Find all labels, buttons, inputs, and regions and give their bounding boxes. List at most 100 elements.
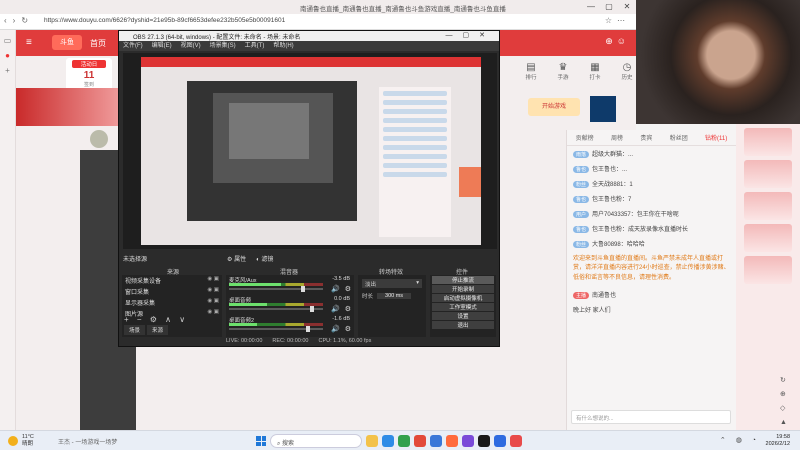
douyu-tab-icon[interactable]: ● [0,51,15,60]
minimize-icon[interactable]: — [582,0,600,14]
chat-message: 鲁也 包王鲁也粉：7 [567,191,736,206]
calendar-icon: ▦ [590,62,600,73]
taskbar-app-icon[interactable] [414,435,426,447]
left-banner[interactable] [16,88,126,126]
chat-tab-active[interactable]: 钻粉(11) [705,133,727,142]
start-game-banner[interactable]: 开始游戏 [528,98,580,116]
menu-icon[interactable]: ≡ [26,37,32,48]
nested-chat [379,87,451,237]
chat-badge: 鲁也 [573,196,590,203]
add-tab-icon[interactable]: + [0,66,15,75]
clock[interactable]: 19:58 2026/2/12 [766,434,790,448]
obs-menu-item[interactable]: 编辑(E) [152,41,172,51]
browser-sidebar: ▭ ● + [0,30,16,430]
taskbar-app-icon[interactable] [446,435,458,447]
taskbar-app-icon[interactable] [382,435,394,447]
top-icon-1[interactable]: ♛ 手游 [552,62,574,81]
chat-text: 包王鲁也粉：成天放录像水直播时长 [592,227,689,233]
chat-panel: 贡献榜 周榜 贵宾 粉丝团 钻粉(11) 雨落 超级大群猫：... 鲁也 包王鲁也：.… [566,130,736,430]
obs-window: OBS 27.1.3 (64-bit, windows) - 配置文件: 未命名… [118,30,500,347]
promo-tag: 活动日 [72,60,106,68]
obs-preview[interactable] [123,53,497,249]
chat-text: 全天战8881：1 [592,182,633,188]
chat-tab[interactable]: 周榜 [611,133,623,142]
gift-card[interactable] [744,160,792,188]
transitions-header: 转场特效 [378,270,403,276]
gift-column: ↻⊕◇▲▼ [736,124,800,440]
chat-badge: 用户 [573,211,590,218]
url-field[interactable]: https://www.douyu.com/6626?dyshid=21e95b… [44,17,285,24]
nav-home[interactable]: 首页 [90,38,106,49]
nested-header [141,57,481,67]
chat-badge: 粉丝 [573,181,590,188]
gift-card[interactable] [744,128,792,156]
dock-headers: 来源 混音器 转场特效 控件 [123,267,497,276]
chat-text: 包王鲁也粉：7 [592,197,632,203]
obs-menu-item[interactable]: 视图(V) [181,41,201,51]
browser-tab-title[interactable]: 南通鲁也直播_南通鲁也直播_南通鲁也斗鱼游戏直播_南通鲁也斗鱼直播 [300,3,506,13]
clock-time: 19:58 [776,434,790,440]
gift-card[interactable] [744,192,792,220]
webcam-overlay [636,0,800,124]
chat-message: 鲁也 包王鲁也：... [567,161,736,176]
tabs-icon[interactable]: ▭ [0,36,15,45]
chat-footer-user: 主播 南通鲁也 [567,287,736,302]
douyu-logo[interactable]: 斗鱼 [52,35,82,50]
properties-button[interactable]: ⚙ 属性 [227,254,246,263]
chat-message: 雨落 超级大群猫：... [567,146,736,161]
system-tray[interactable]: ⌃ ◍ ◔ [720,436,760,444]
header-user-icons[interactable]: ⊕☺ [605,36,630,47]
nested-capture [141,57,481,245]
top-icon-0[interactable]: ▤ 排行 [520,62,542,81]
top-icon-label: 排行 [525,75,537,81]
ad-banner[interactable] [590,96,616,122]
taskbar-app-icon[interactable] [494,435,506,447]
filters-button[interactable]: ◐ 滤镜 [256,254,273,263]
taskbar-app-icon[interactable] [462,435,474,447]
gift-card[interactable] [744,256,792,284]
browser-toolbar-icons[interactable]: ☆⋯ [605,16,630,25]
gift-card[interactable] [744,224,792,252]
taskbar-center: ⌕ 搜索 [256,434,522,448]
promo-sub: 签到 [83,82,94,88]
taskbar-app-icon[interactable] [398,435,410,447]
chat-message: 粉丝 大鲁80898：哈哈哈 [567,236,736,251]
obs-menu-item[interactable]: 场景集(S) [210,41,236,51]
obs-window-controls[interactable]: —▢✕ [446,31,495,39]
window-controls: — ▢ ✕ [582,0,636,14]
obs-menu-item[interactable]: 文件(F) [123,41,143,51]
taskbar-search[interactable]: ⌕ 搜索 [270,434,362,448]
taskbar-app-icon[interactable] [366,435,378,447]
chart-icon: ▤ [526,62,536,73]
sun-icon [8,436,18,446]
record-icon: ◷ [622,62,632,73]
chat-messages: 雨落 超级大群猫：... 鲁也 包王鲁也：... 粉丝 全天战8881：1 鲁也 包王鲁也粉：… [567,146,736,251]
taskbar-app-icon[interactable] [510,435,522,447]
taskbar-app-icon[interactable] [478,435,490,447]
chat-tab[interactable]: 粉丝团 [670,133,688,142]
weather-widget[interactable]: 11°C 晴朗 [8,434,34,448]
close-icon[interactable]: ✕ [618,0,636,14]
nested-banner [459,167,481,197]
obs-menu-item[interactable]: 工具(T) [245,41,265,51]
windows-start-icon[interactable] [256,436,266,446]
chat-tab[interactable]: 贵宾 [640,133,652,142]
obs-menu-item[interactable]: 帮助(H) [273,41,293,51]
trophy-icon: ♛ [558,62,568,73]
avatar[interactable] [90,130,108,148]
weather-text: 11°C 晴朗 [22,434,34,448]
chat-message: 用户 用户70433357：包王你在干啥呢 [567,206,736,221]
chat-badge: 粉丝 [573,241,590,248]
address-bar: ‹›↻ https://www.douyu.com/6626?dyshid=21… [0,14,636,30]
top-icon-3[interactable]: ◷ 历史 [616,62,638,81]
now-playing[interactable]: 王杰 - 一场游戏一场梦 [58,437,117,446]
obs-title: OBS 27.1.3 (64-bit, windows) - 配置文件: 未命名… [133,35,301,41]
top-icon-2[interactable]: ▦ 打卡 [584,62,606,81]
chat-tab[interactable]: 贡献榜 [576,133,594,142]
maximize-icon[interactable]: ▢ [600,0,618,14]
taskbar-app-icon[interactable] [430,435,442,447]
nav-buttons[interactable]: ‹›↻ [4,16,34,25]
chat-input[interactable]: 有什么想说的... [571,410,731,424]
scene-bar: 未选择源 ⚙ 属性 ◐ 滤镜 [123,253,497,263]
controls-header: 控件 [455,270,468,276]
